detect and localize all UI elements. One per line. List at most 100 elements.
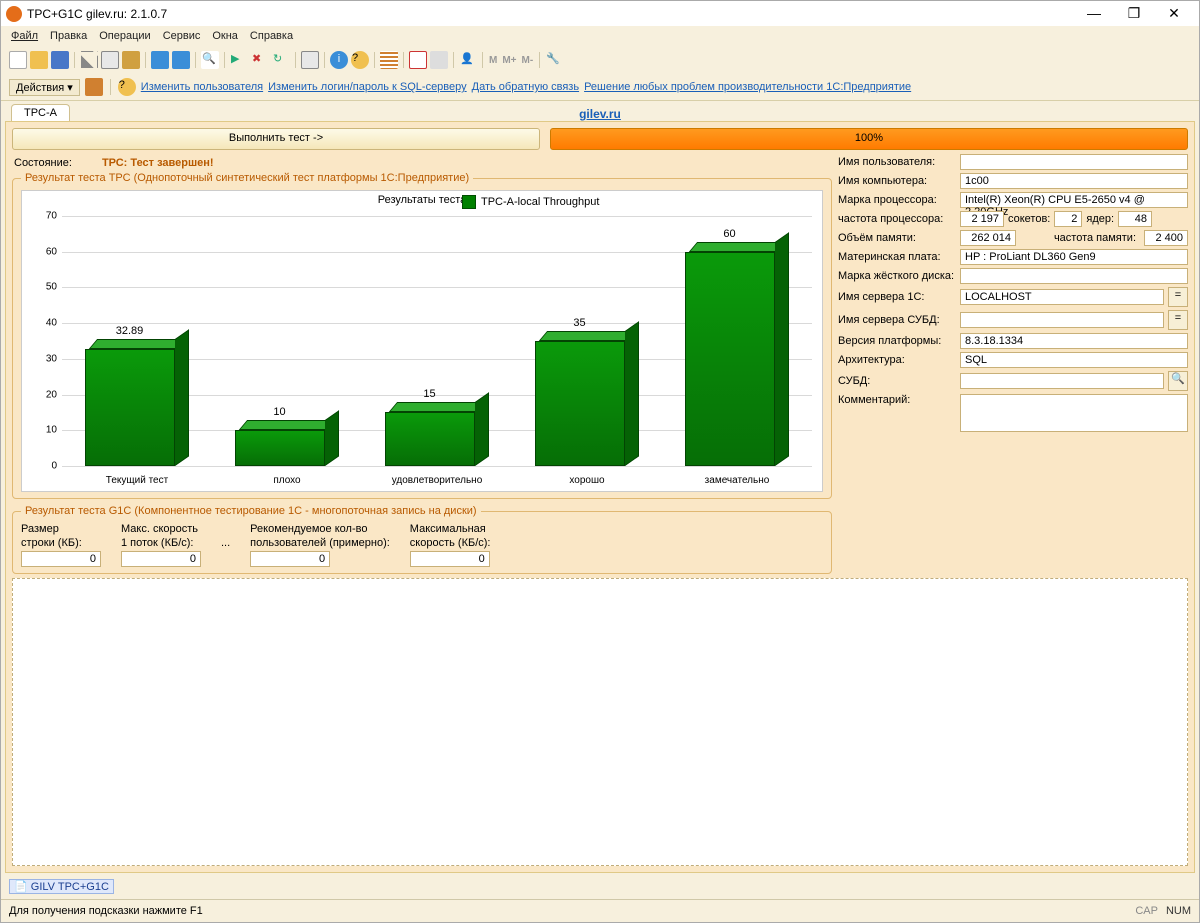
state-value: ТРС: Тест завершен!: [102, 157, 214, 169]
content-area: Выполнить тест -> 100% Состояние: ТРС: Т…: [5, 121, 1195, 873]
calendar-icon[interactable]: [409, 51, 427, 69]
document-tag[interactable]: 📄 GILV TPC+G1C: [9, 879, 114, 894]
chart-legend: TPC-A-local Throughput: [462, 195, 599, 209]
comment-label: Комментарий:: [838, 394, 956, 406]
document-bar: 📄 GILV TPC+G1C: [1, 877, 1199, 899]
tpc-legend: Результат теста ТРС (Однопоточный синтет…: [21, 172, 473, 184]
tpc-result-group: Результат теста ТРС (Однопоточный синтет…: [12, 172, 832, 499]
sockets-field[interactable]: 2: [1054, 211, 1082, 227]
run-test-button[interactable]: Выполнить тест ->: [12, 128, 540, 150]
computer-field[interactable]: 1c00: [960, 173, 1188, 189]
minimize-button[interactable]: —: [1074, 5, 1114, 22]
comment-field[interactable]: [960, 394, 1188, 432]
menu-bar: Файл Правка Операции Сервис Окна Справка: [1, 26, 1199, 46]
close-doc-icon[interactable]: ✖: [251, 51, 269, 69]
find-icon[interactable]: 🔍: [201, 51, 219, 69]
mb-field[interactable]: HP : ProLiant DL360 Gen9: [960, 249, 1188, 265]
sockets-label: сокетов:: [1008, 213, 1050, 225]
user-field[interactable]: [960, 154, 1188, 170]
cut-icon[interactable]: [80, 51, 98, 69]
mem-field[interactable]: 262 014: [960, 230, 1016, 246]
link-feedback[interactable]: Дать обратную связь: [472, 81, 579, 93]
g1c-legend: Результат теста G1C (Компонентное тестир…: [21, 505, 481, 517]
arch-label: Архитектура:: [838, 354, 956, 366]
action-help-icon[interactable]: ?: [118, 78, 136, 96]
action-nav-icon[interactable]: [85, 78, 103, 96]
menu-service[interactable]: Сервис: [163, 30, 201, 42]
close-button[interactable]: ✕: [1154, 5, 1194, 22]
m-button[interactable]: М: [488, 55, 498, 66]
app-icon: [6, 6, 22, 22]
domain-link[interactable]: gilev.ru: [579, 107, 621, 121]
undo-icon[interactable]: [151, 51, 169, 69]
freq-field[interactable]: 2 197: [960, 211, 1004, 227]
main-toolbar: 🔍 ▶ ✖ ↻ i ? 👤 М М+ М- 🔧: [1, 46, 1199, 74]
cores-label: ядер:: [1086, 213, 1114, 225]
cores-field[interactable]: 48: [1118, 211, 1152, 227]
chart-title: Результаты теста: [22, 191, 822, 209]
grid-icon[interactable]: [380, 51, 398, 69]
help-icon[interactable]: ?: [351, 51, 369, 69]
platform-field[interactable]: 8.3.18.1334: [960, 333, 1188, 349]
subd-search-button[interactable]: 🔍: [1168, 371, 1188, 391]
new-icon[interactable]: [9, 51, 27, 69]
menu-help[interactable]: Справка: [250, 30, 293, 42]
subd-field[interactable]: [960, 373, 1164, 389]
output-area: [12, 578, 1188, 866]
state-label: Состояние:: [14, 157, 72, 169]
save-icon[interactable]: [51, 51, 69, 69]
actions-bar: Действия ▾ ? Изменить пользователя Измен…: [1, 74, 1199, 101]
cpu-field[interactable]: Intel(R) Xeon(R) CPU E5-2650 v4 @ 2.20GH…: [960, 192, 1188, 208]
open-icon[interactable]: [30, 51, 48, 69]
user-icon[interactable]: 👤: [459, 51, 477, 69]
window-controls: — ❐ ✕: [1074, 5, 1194, 22]
refresh-icon[interactable]: ↻: [272, 51, 290, 69]
status-hint: Для получения подсказки нажмите F1: [9, 905, 203, 917]
m-plus-button[interactable]: М+: [501, 55, 517, 66]
freq-label: частота процессора:: [838, 213, 956, 225]
actions-dropdown[interactable]: Действия ▾: [9, 79, 80, 96]
legend-swatch: [462, 195, 476, 209]
menu-edit[interactable]: Правка: [50, 30, 87, 42]
menu-file[interactable]: Файл: [11, 30, 38, 42]
tab-tpc-a[interactable]: TPC-A: [11, 104, 70, 121]
paste-icon[interactable]: [122, 51, 140, 69]
status-bar: Для получения подсказки нажмите F1 CAP N…: [1, 899, 1199, 922]
cpu-label: Марка процессора:: [838, 194, 956, 206]
status-num: NUM: [1166, 905, 1191, 917]
srv1c-eq-button[interactable]: =: [1168, 287, 1188, 307]
redo-icon[interactable]: [172, 51, 190, 69]
mem-label: Объём памяти:: [838, 232, 956, 244]
arch-field[interactable]: SQL: [960, 352, 1188, 368]
status-cap: CAP: [1135, 905, 1158, 917]
maximize-button[interactable]: ❐: [1114, 5, 1154, 22]
user-label: Имя пользователя:: [838, 156, 956, 168]
copy2-icon[interactable]: [301, 51, 319, 69]
tab-row: TPC-A gilev.ru: [1, 101, 1199, 121]
srv1c-label: Имя сервера 1С:: [838, 291, 956, 303]
settings-icon[interactable]: 🔧: [545, 51, 563, 69]
menu-operations[interactable]: Операции: [99, 30, 150, 42]
chart-area: Результаты теста TPC-A-local Throughput …: [21, 190, 823, 492]
srvdb-field[interactable]: [960, 312, 1164, 328]
legend-label: TPC-A-local Throughput: [481, 196, 599, 208]
info-icon[interactable]: i: [330, 51, 348, 69]
m-minus-button[interactable]: М-: [521, 55, 535, 66]
memfreq-field[interactable]: 2 400: [1144, 230, 1188, 246]
launch-icon[interactable]: ▶: [230, 51, 248, 69]
link-change-user[interactable]: Изменить пользователя: [141, 81, 263, 93]
hdd-field[interactable]: [960, 268, 1188, 284]
link-problems[interactable]: Решение любых проблем производительности…: [584, 81, 911, 93]
srv1c-field[interactable]: LOCALHOST: [960, 289, 1164, 305]
g1c-result-group: Результат теста G1C (Компонентное тестир…: [12, 505, 832, 574]
title-bar: TPC+G1C gilev.ru: 2.1.0.7 — ❐ ✕: [1, 1, 1199, 26]
link-change-sql[interactable]: Изменить логин/пароль к SQL-серверу: [268, 81, 467, 93]
memfreq-label: частота памяти:: [1020, 232, 1140, 244]
calc-icon[interactable]: [430, 51, 448, 69]
computer-label: Имя компьютера:: [838, 175, 956, 187]
menu-windows[interactable]: Окна: [212, 30, 238, 42]
window-title: TPC+G1C gilev.ru: 2.1.0.7: [27, 7, 167, 21]
srvdb-label: Имя сервера СУБД:: [838, 314, 956, 326]
copy-icon[interactable]: [101, 51, 119, 69]
srvdb-eq-button[interactable]: =: [1168, 310, 1188, 330]
